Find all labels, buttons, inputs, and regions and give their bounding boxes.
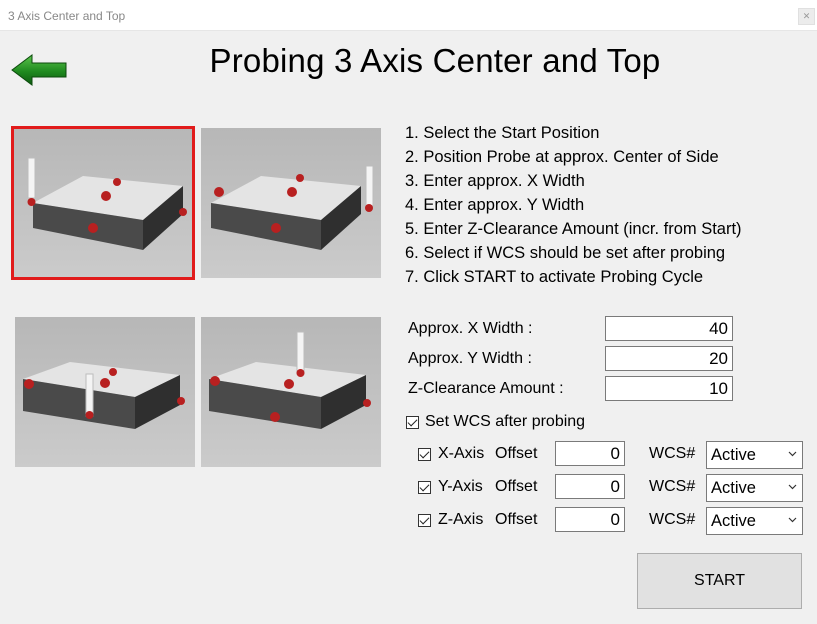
instruction-step: 1. Select the Start Position [405, 124, 600, 142]
page-title: Probing 3 Axis Center and Top [209, 42, 661, 79]
x-wcs-select[interactable]: Active [706, 441, 803, 469]
instruction-step: 7. Click START to activate Probing Cycle [405, 268, 704, 286]
z-axis-label: Z-Axis [438, 511, 484, 528]
chevron-down-icon [788, 451, 797, 457]
start-position-4[interactable] [201, 317, 381, 467]
x-wcs-label: WCS# [649, 445, 696, 462]
y-width-input[interactable] [605, 346, 733, 371]
x-axis-offset-checkbox[interactable] [418, 448, 431, 461]
start-position-1[interactable] [11, 126, 195, 280]
z-clearance-label: Z-Clearance Amount : [408, 380, 564, 397]
chevron-down-icon [788, 484, 797, 490]
window-title: 3 Axis Center and Top [8, 9, 126, 23]
z-offset-label: Offset [495, 511, 538, 528]
close-icon[interactable]: ✕ [798, 8, 815, 25]
y-wcs-label: WCS# [649, 478, 696, 495]
x-width-label: Approx. X Width : [408, 320, 533, 337]
y-offset-input[interactable] [555, 474, 625, 499]
z-axis-offset-checkbox[interactable] [418, 514, 431, 527]
chevron-down-icon [788, 517, 797, 523]
y-axis-offset-checkbox[interactable] [418, 481, 431, 494]
instruction-step: 6. Select if WCS should be set after pro… [405, 244, 726, 262]
set-wcs-checkbox[interactable] [406, 416, 419, 429]
z-offset-input[interactable] [555, 507, 625, 532]
x-width-input[interactable] [605, 316, 733, 341]
x-offset-label: Offset [495, 445, 538, 462]
x-offset-input[interactable] [555, 441, 625, 466]
start-position-2[interactable] [201, 128, 381, 278]
y-offset-label: Offset [495, 478, 538, 495]
instruction-step: 3. Enter approx. X Width [405, 172, 585, 190]
instruction-step: 5. Enter Z-Clearance Amount (incr. from … [405, 220, 742, 238]
set-wcs-label: Set WCS after probing [425, 413, 586, 430]
y-width-label: Approx. Y Width : [408, 350, 532, 367]
title-bar: 3 Axis Center and Top ✕ [0, 0, 817, 31]
start-button[interactable]: START [637, 553, 802, 609]
y-wcs-select[interactable]: Active [706, 474, 803, 502]
z-clearance-input[interactable] [605, 376, 733, 401]
x-wcs-value: Active [711, 446, 756, 464]
z-wcs-select[interactable]: Active [706, 507, 803, 535]
back-arrow-icon[interactable] [10, 52, 68, 88]
z-wcs-value: Active [711, 512, 756, 530]
y-wcs-value: Active [711, 479, 756, 497]
x-axis-label: X-Axis [438, 445, 485, 462]
instruction-step: 2. Position Probe at approx. Center of S… [405, 148, 719, 166]
instruction-list: 1. Select the Start Position 2. Position… [405, 124, 742, 292]
instruction-step: 4. Enter approx. Y Width [405, 196, 585, 214]
z-wcs-label: WCS# [649, 511, 696, 528]
start-position-3[interactable] [15, 317, 195, 467]
y-axis-label: Y-Axis [438, 478, 483, 495]
